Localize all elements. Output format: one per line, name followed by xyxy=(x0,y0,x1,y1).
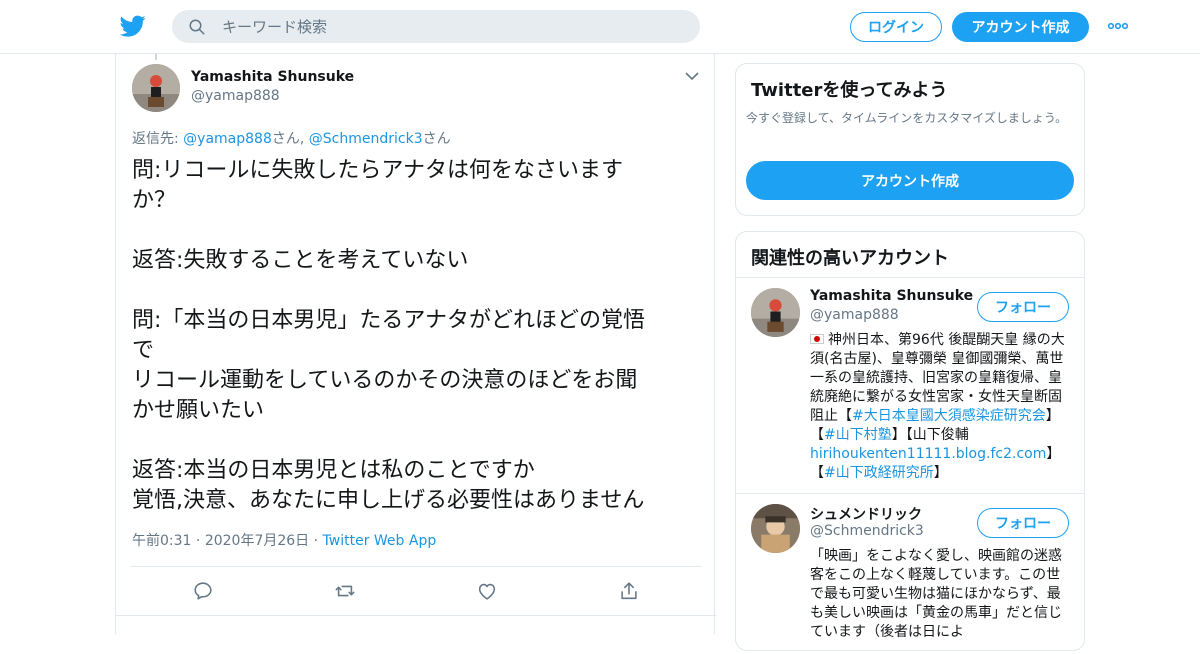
tweet-actions xyxy=(116,578,716,606)
url-link[interactable]: hirihoukenten11111.blog.fc2.com xyxy=(810,446,1046,462)
account-bio: 神州日本、第96代 後醍醐天皇 縁の大須(名古屋)、皇尊彌榮 皇御國彌榮、萬世一… xyxy=(810,331,1070,483)
hashtag-link[interactable]: #山下村塾 xyxy=(824,427,892,443)
tweet-date[interactable]: 2020年7月26日 xyxy=(205,533,309,549)
reply-to-line: 返信先: @yamap888さん, @Schmendrick3さん xyxy=(132,128,451,148)
related-accounts-card: 関連性の高いアカウント Yamashita Shunsuke @yamap888… xyxy=(735,231,1085,651)
search-box xyxy=(172,10,700,43)
avatar-image xyxy=(751,504,800,553)
reply-suffix: さん, xyxy=(271,131,309,147)
login-button[interactable]: ログイン xyxy=(850,12,942,42)
like-button[interactable] xyxy=(474,578,500,604)
reply-icon xyxy=(194,582,212,600)
chevron-down-icon[interactable] xyxy=(685,71,699,81)
signup-card-title: Twitterを使ってみよう xyxy=(751,80,948,101)
account-name[interactable]: Yamashita Shunsuke xyxy=(810,288,973,304)
search-input[interactable] xyxy=(222,10,682,43)
separator-dot: · xyxy=(313,533,319,549)
avatar-image xyxy=(132,64,180,112)
bio-text: 】 xyxy=(933,465,948,481)
bio-text: 】【山下俊輔 xyxy=(891,427,969,443)
author-handle[interactable]: @yamap888 xyxy=(191,88,280,104)
account-item[interactable]: Yamashita Shunsuke @yamap888 フォロー 神州日本、第… xyxy=(736,278,1084,493)
share-icon xyxy=(621,582,637,600)
account-handle[interactable]: @Schmendrick3 xyxy=(810,523,924,539)
avatar[interactable] xyxy=(751,504,800,553)
reply-prefix: 返信先: xyxy=(132,131,184,147)
reply-button[interactable] xyxy=(190,578,216,604)
tweet-source-link[interactable]: Twitter Web App xyxy=(323,533,437,549)
top-header: ログイン アカウント作成 xyxy=(0,0,1200,54)
signup-button[interactable]: アカウント作成 xyxy=(952,12,1089,42)
more-icon[interactable] xyxy=(1107,17,1129,35)
retweet-button[interactable] xyxy=(332,578,358,604)
hashtag-link[interactable]: #大日本皇國大須感染症研究会 xyxy=(852,408,1046,424)
tweet-metadata: 午前0:31 · 2020年7月26日 · Twitter Web App xyxy=(132,530,436,550)
search-icon xyxy=(189,19,205,35)
avatar[interactable] xyxy=(751,288,800,337)
account-name[interactable]: シュメンドリック xyxy=(810,504,922,524)
author-name[interactable]: Yamashita Shunsuke xyxy=(191,69,354,85)
account-bio: 「映画」をこよなく愛し、映画館の迷惑客をこの上なく軽蔑しています。この世で最も可… xyxy=(810,548,1062,640)
like-icon xyxy=(478,583,496,600)
account-handle[interactable]: @yamap888 xyxy=(810,307,899,323)
tweet-time[interactable]: 午前0:31 xyxy=(132,533,191,549)
thread-line xyxy=(155,54,157,60)
separator-dot: · xyxy=(195,533,201,549)
divider xyxy=(131,566,701,567)
retweet-icon xyxy=(335,585,355,597)
reply-user-link[interactable]: @yamap888 xyxy=(183,131,272,147)
signup-card: Twitterを使ってみよう 今すぐ登録して、タイムラインをカスタマイズしましょ… xyxy=(735,63,1085,216)
avatar-image xyxy=(751,288,800,337)
follow-button[interactable]: フォロー xyxy=(977,508,1069,538)
reply-user-link[interactable]: @Schmendrick3 xyxy=(309,131,423,147)
account-item[interactable]: シュメンドリック @Schmendrick3 フォロー 「映画」をこよなく愛し、… xyxy=(736,494,1084,654)
related-accounts-title: 関連性の高いアカウント xyxy=(751,248,949,269)
hashtag-link[interactable]: #山下政経研究所 xyxy=(824,465,934,481)
avatar[interactable] xyxy=(132,64,180,112)
twitter-bird-icon[interactable] xyxy=(120,13,146,39)
follow-button[interactable]: フォロー xyxy=(977,292,1069,322)
tweet-text: 問:リコールに失敗したらアナタは何をなさいます か？ 返答:失敗することを考えて… xyxy=(132,158,645,513)
divider xyxy=(116,615,716,616)
signup-card-button[interactable]: アカウント作成 xyxy=(746,161,1074,200)
signup-card-description: 今すぐ登録して、タイムラインをカスタマイズしましょう。 xyxy=(746,111,1068,125)
share-button[interactable] xyxy=(616,578,642,604)
tweet-detail: Yamashita Shunsuke @yamap888 返信先: @yamap… xyxy=(115,54,716,634)
japan-flag-icon xyxy=(810,334,824,344)
reply-suffix: さん xyxy=(422,131,451,147)
